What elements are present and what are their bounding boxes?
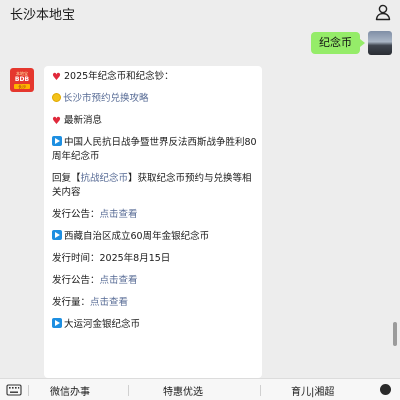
line-text: 中国人民抗日战争暨世界反法西斯战争胜利80周年纪念币 bbox=[52, 137, 257, 162]
chat-header: 长沙本地宝 bbox=[0, 0, 400, 24]
message-line: 发行公告：点击查看 bbox=[52, 274, 257, 288]
circulation-link[interactable]: 点击查看 bbox=[90, 297, 128, 308]
chat-screen: 长沙本地宝 纪念币 本地宝 BDB 长沙 ♥ 2025年纪念币和纪念钞： 长沙市预… bbox=[0, 0, 400, 400]
message-line: 回复【抗战纪念币】获取纪念币预约与兑换等相关内容 bbox=[52, 172, 257, 200]
message-line: 发行时间：2025年8月15日 bbox=[52, 252, 257, 266]
user-profile-icon[interactable] bbox=[374, 3, 392, 21]
bottom-menu-bar: 微信办事 特惠优选 育儿|湘超 bbox=[0, 378, 400, 400]
line-text: 大运河金银纪念币 bbox=[64, 319, 141, 330]
line-text: 发行量： bbox=[52, 297, 91, 308]
message-line: 长沙市预约兑换攻略 bbox=[52, 92, 257, 106]
chat-title: 长沙本地宝 bbox=[10, 8, 76, 23]
message-body: ♥ 2025年纪念币和纪念钞： 长沙市预约兑换攻略 ♥ 最新消息 中国人民抗日战争暨… bbox=[52, 70, 257, 340]
outgoing-message: 纪念币 bbox=[311, 28, 392, 58]
bot-avatar-main-text: BDB bbox=[14, 76, 30, 83]
outgoing-bubble[interactable]: 纪念币 bbox=[311, 32, 365, 54]
bot-avatar-city-text: 长沙 bbox=[14, 84, 30, 89]
scrollbar[interactable] bbox=[393, 322, 397, 346]
reply-keyword-link[interactable]: 抗战纪念币 bbox=[81, 173, 129, 184]
play-icon bbox=[52, 136, 62, 146]
more-menu-icon[interactable] bbox=[380, 384, 391, 395]
menu-separator bbox=[28, 385, 29, 396]
announcement-link[interactable]: 点击查看 bbox=[100, 209, 138, 220]
line-text: 2025年纪念币和纪念钞： bbox=[64, 71, 174, 82]
message-line: 发行量：点击查看 bbox=[52, 296, 257, 310]
line-text: 发行公告： bbox=[52, 275, 100, 286]
line-text: 西藏自治区成立60周年金银纪念币 bbox=[64, 231, 210, 242]
line-text: 回复【 bbox=[52, 173, 81, 184]
message-line: 西藏自治区成立60周年金银纪念币 bbox=[52, 230, 257, 244]
heart-icon: ♥ bbox=[52, 72, 61, 83]
menu-item-wechat-service[interactable]: 微信办事 bbox=[50, 383, 90, 398]
menu-separator bbox=[128, 385, 129, 396]
incoming-bubble: ♥ 2025年纪念币和纪念钞： 长沙市预约兑换攻略 ♥ 最新消息 中国人民抗日战争暨… bbox=[44, 66, 262, 378]
heart-icon: ♥ bbox=[52, 116, 61, 127]
keyboard-icon[interactable] bbox=[6, 383, 22, 397]
menu-item-special-offers[interactable]: 特惠优选 bbox=[163, 383, 203, 398]
play-icon bbox=[52, 318, 62, 328]
line-text: 最新消息 bbox=[64, 115, 103, 126]
user-avatar[interactable] bbox=[368, 31, 392, 55]
menu-separator bbox=[260, 385, 261, 396]
line-text: 发行时间：2025年8月15日 bbox=[52, 253, 171, 264]
menu-item-parenting[interactable]: 育儿|湘超 bbox=[291, 383, 334, 398]
coin-icon bbox=[52, 93, 61, 102]
exchange-guide-link[interactable]: 长沙市预约兑换攻略 bbox=[63, 93, 149, 104]
line-text: 发行公告： bbox=[52, 209, 100, 220]
bot-avatar[interactable]: 本地宝 BDB 长沙 bbox=[10, 68, 34, 92]
message-line: 大运河金银纪念币 bbox=[52, 318, 257, 332]
announcement-link[interactable]: 点击查看 bbox=[100, 275, 138, 286]
message-line: ♥ 2025年纪念币和纪念钞： bbox=[52, 70, 257, 84]
message-line: 中国人民抗日战争暨世界反法西斯战争胜利80周年纪念币 bbox=[52, 136, 257, 164]
message-line: 发行公告：点击查看 bbox=[52, 208, 257, 222]
message-line: ♥ 最新消息 bbox=[52, 114, 257, 128]
play-icon bbox=[52, 230, 62, 240]
